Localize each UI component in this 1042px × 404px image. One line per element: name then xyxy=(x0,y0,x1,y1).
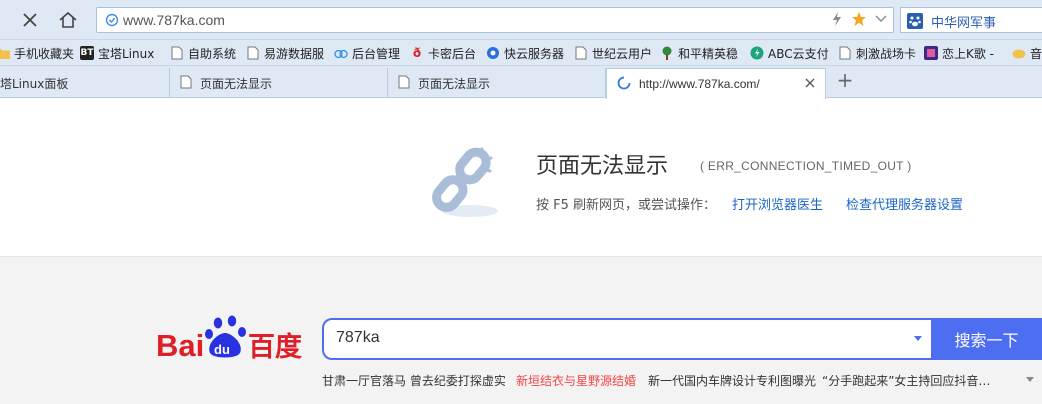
bookmark-label: 易游数据服 xyxy=(264,46,325,61)
star-icon[interactable] xyxy=(851,11,867,30)
bookmark-item[interactable]: ð 卡密后台 xyxy=(410,44,476,62)
bookmark-label: 宝塔Linux xyxy=(98,46,155,61)
close-tab-icon[interactable] xyxy=(805,77,815,91)
hot-search-item[interactable]: “分手跑起来”女主持回应抖音… xyxy=(822,372,1014,389)
search-query[interactable]: 787ka xyxy=(336,329,380,347)
more-chevron-icon[interactable] xyxy=(1026,377,1034,382)
weibo-icon: ð xyxy=(412,46,422,60)
tab-label: 塔Linux面板 xyxy=(0,76,69,91)
bookmarks-bar: 手机收藏夹 BT 宝塔Linux 自助系统 易游数据服 后台管理 ð 卡密后台 … xyxy=(0,40,1042,66)
search-engine-box[interactable]: 中华网军事 xyxy=(900,7,1042,33)
baidu-logo[interactable]: Bai du 百度 xyxy=(156,311,308,364)
tree-icon xyxy=(660,46,674,60)
bookmark-label: 快云服务器 xyxy=(504,46,565,61)
ksong-icon xyxy=(924,46,938,60)
folder-icon xyxy=(0,46,10,60)
baidu-search-input[interactable]: 787ka xyxy=(322,318,932,360)
bookmark-label: 音 xyxy=(1030,46,1042,61)
bt-icon: BT xyxy=(80,46,94,60)
page-icon xyxy=(398,75,410,92)
bookmark-item[interactable]: 自助系统 xyxy=(170,44,236,62)
tab-label: 页面无法显示 xyxy=(200,76,273,91)
tab-label: http://www.787ka.com/ xyxy=(639,77,760,91)
bookmark-item[interactable]: ABC云支付 xyxy=(750,44,829,62)
tab-page-error-2[interactable]: 页面无法显示 xyxy=(388,68,606,98)
broken-link-icon xyxy=(426,145,502,222)
bookmark-label: ABC云支付 xyxy=(768,46,829,61)
close-icon[interactable] xyxy=(18,8,42,32)
url-text[interactable]: www.787ka.com xyxy=(123,12,225,28)
bookmark-item[interactable]: 快云服务器 xyxy=(486,44,564,62)
dropdown-caret-icon[interactable] xyxy=(914,336,922,341)
bookmark-label: 手机收藏夹 xyxy=(14,46,75,61)
new-tab-button[interactable]: + xyxy=(834,70,856,92)
page-icon xyxy=(574,46,588,60)
bookmark-item[interactable]: 易游数据服 xyxy=(246,44,324,62)
svg-text:Bai: Bai xyxy=(156,328,204,361)
home-icon[interactable] xyxy=(56,8,80,32)
bookmark-item[interactable]: 世纪云用户 xyxy=(574,44,652,62)
bookmark-item[interactable]: 和平精英稳 xyxy=(660,44,738,62)
chevron-down-icon[interactable] xyxy=(875,13,887,27)
svg-text:百度: 百度 xyxy=(248,331,302,361)
page-icon xyxy=(180,75,192,92)
page-icon xyxy=(246,46,260,60)
pay-icon xyxy=(750,46,764,60)
tab-page-error-1[interactable]: 页面无法显示 xyxy=(170,68,388,98)
page-icon xyxy=(838,46,852,60)
bookmark-label: 恋上K歌 - xyxy=(942,46,995,61)
bookmark-item[interactable]: 后台管理 xyxy=(334,44,400,62)
bookmark-item[interactable]: 手机收藏夹 xyxy=(0,44,74,62)
search-engine-label: 中华网军事 xyxy=(931,16,997,31)
error-code: ( ERR_CONNECTION_TIMED_OUT ) xyxy=(700,159,912,173)
cloud-icon xyxy=(334,46,348,60)
bookmark-label: 自助系统 xyxy=(188,46,237,61)
hot-search-item[interactable]: 新一代国内车牌设计专利图曝光 xyxy=(648,372,816,389)
bookmark-label: 世纪云用户 xyxy=(592,46,653,61)
bookmark-label: 卡密后台 xyxy=(428,46,477,61)
error-hint: 按 F5 刷新网页，或尝试操作： xyxy=(536,198,717,213)
tab-bt-panel[interactable]: 塔Linux面板 xyxy=(0,68,170,98)
hot-search-item[interactable]: 甘肃一厅官落马 曾去纪委打探虚实 xyxy=(322,372,506,389)
error-title: 页面无法显示 xyxy=(536,154,669,179)
bookmark-label: 刺激战场卡 xyxy=(856,46,917,61)
bookmark-item[interactable]: 刺激战场卡 xyxy=(838,44,916,62)
lightning-icon[interactable] xyxy=(831,11,843,30)
shield-icon xyxy=(105,13,119,30)
paw-icon[interactable] xyxy=(907,13,923,32)
bookmark-label: 和平精英稳 xyxy=(678,46,739,61)
page-icon xyxy=(170,46,184,60)
baidu-search-button[interactable]: 搜索一下 xyxy=(931,318,1042,360)
bookmark-item[interactable]: 恋上K歌 - xyxy=(924,44,994,62)
hot-search-item[interactable]: 新垣结衣与星野源结婚 xyxy=(516,372,636,389)
check-proxy-settings-link[interactable]: 检查代理服务器设置 xyxy=(846,194,963,213)
bookmark-item[interactable]: 音 xyxy=(1012,44,1042,62)
tab-active[interactable]: http://www.787ka.com/ xyxy=(606,68,826,99)
tab-strip: 塔Linux面板 页面无法显示 页面无法显示 http://www.787ka.… xyxy=(0,66,1042,99)
browser-toolbar: www.787ka.com 中华网军事 xyxy=(0,0,1042,40)
bookmark-item[interactable]: BT 宝塔Linux xyxy=(80,44,154,62)
tab-label: 页面无法显示 xyxy=(418,76,491,91)
error-panel: 页面无法显示 ( ERR_CONNECTION_TIMED_OUT ) 按 F5… xyxy=(0,99,1042,257)
loading-spinner-icon xyxy=(617,76,631,93)
music-icon xyxy=(1012,46,1026,60)
baidu-search-panel: Bai du 百度 787ka 搜索一下 甘肃一厅官落马 曾去纪委打探虚实 新垣… xyxy=(0,257,1042,404)
cloud-server-icon xyxy=(486,46,500,60)
open-browser-doctor-link[interactable]: 打开浏览器医生 xyxy=(732,194,823,213)
svg-text:du: du xyxy=(214,342,230,357)
address-bar[interactable]: www.787ka.com xyxy=(96,7,894,33)
bookmark-label: 后台管理 xyxy=(352,46,401,61)
